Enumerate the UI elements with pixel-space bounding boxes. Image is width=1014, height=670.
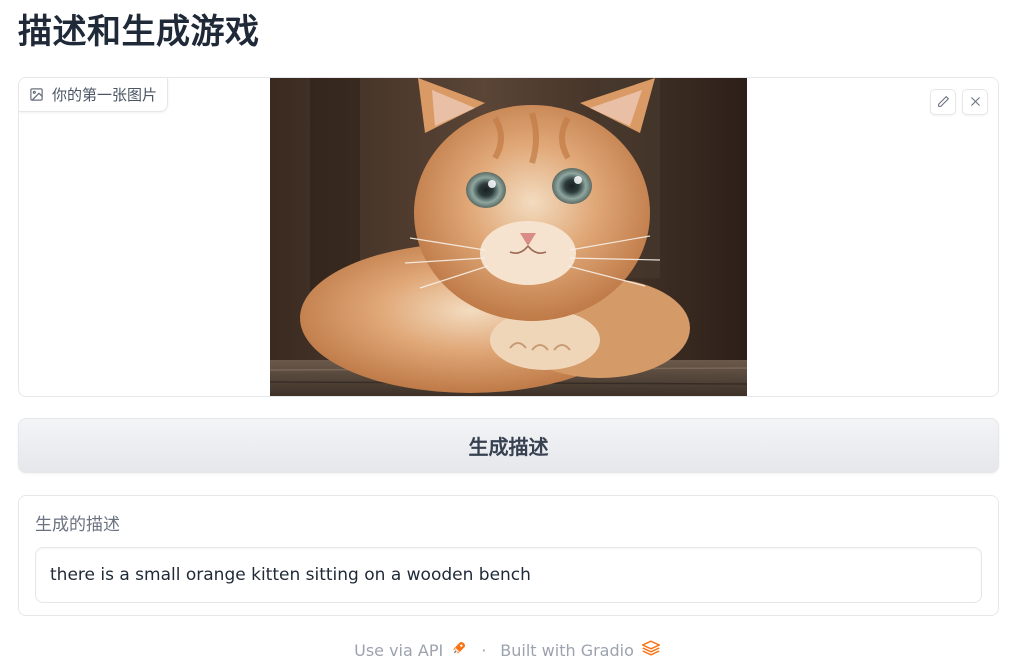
built-with-gradio-link[interactable]: Built with Gradio	[500, 640, 661, 660]
use-via-api-text: Use via API	[354, 640, 444, 660]
image-input-label-text: 你的第一张图片	[52, 86, 158, 104]
built-with-gradio-text: Built with Gradio	[500, 640, 634, 660]
clear-image-button[interactable]	[962, 89, 988, 115]
close-icon	[969, 93, 982, 112]
image-input-block[interactable]: 你的第一张图片	[18, 77, 999, 397]
edit-image-button[interactable]	[930, 89, 956, 115]
output-textbox[interactable]: there is a small orange kitten sitting o…	[35, 547, 982, 603]
pencil-icon	[937, 93, 950, 112]
kitten-photo	[270, 78, 747, 396]
footer-separator: ·	[481, 640, 487, 660]
gradio-logo-icon	[640, 640, 661, 660]
page-title: 描述和生成游戏	[18, 12, 260, 52]
use-via-api-link[interactable]: Use via API	[354, 640, 467, 660]
rocket-icon	[451, 640, 467, 660]
generate-description-button[interactable]: 生成描述	[18, 418, 999, 473]
image-icon	[29, 87, 44, 102]
footer: Use via API · Built with Gradio	[0, 638, 1014, 662]
output-label: 生成的描述	[35, 515, 120, 535]
image-input-label: 你的第一张图片	[19, 78, 169, 112]
app-page: 描述和生成游戏 你的第一张图片 生成描述 生成的描述 there is a sm…	[0, 0, 1014, 670]
output-block: 生成的描述 there is a small orange kitten sit…	[18, 495, 999, 616]
